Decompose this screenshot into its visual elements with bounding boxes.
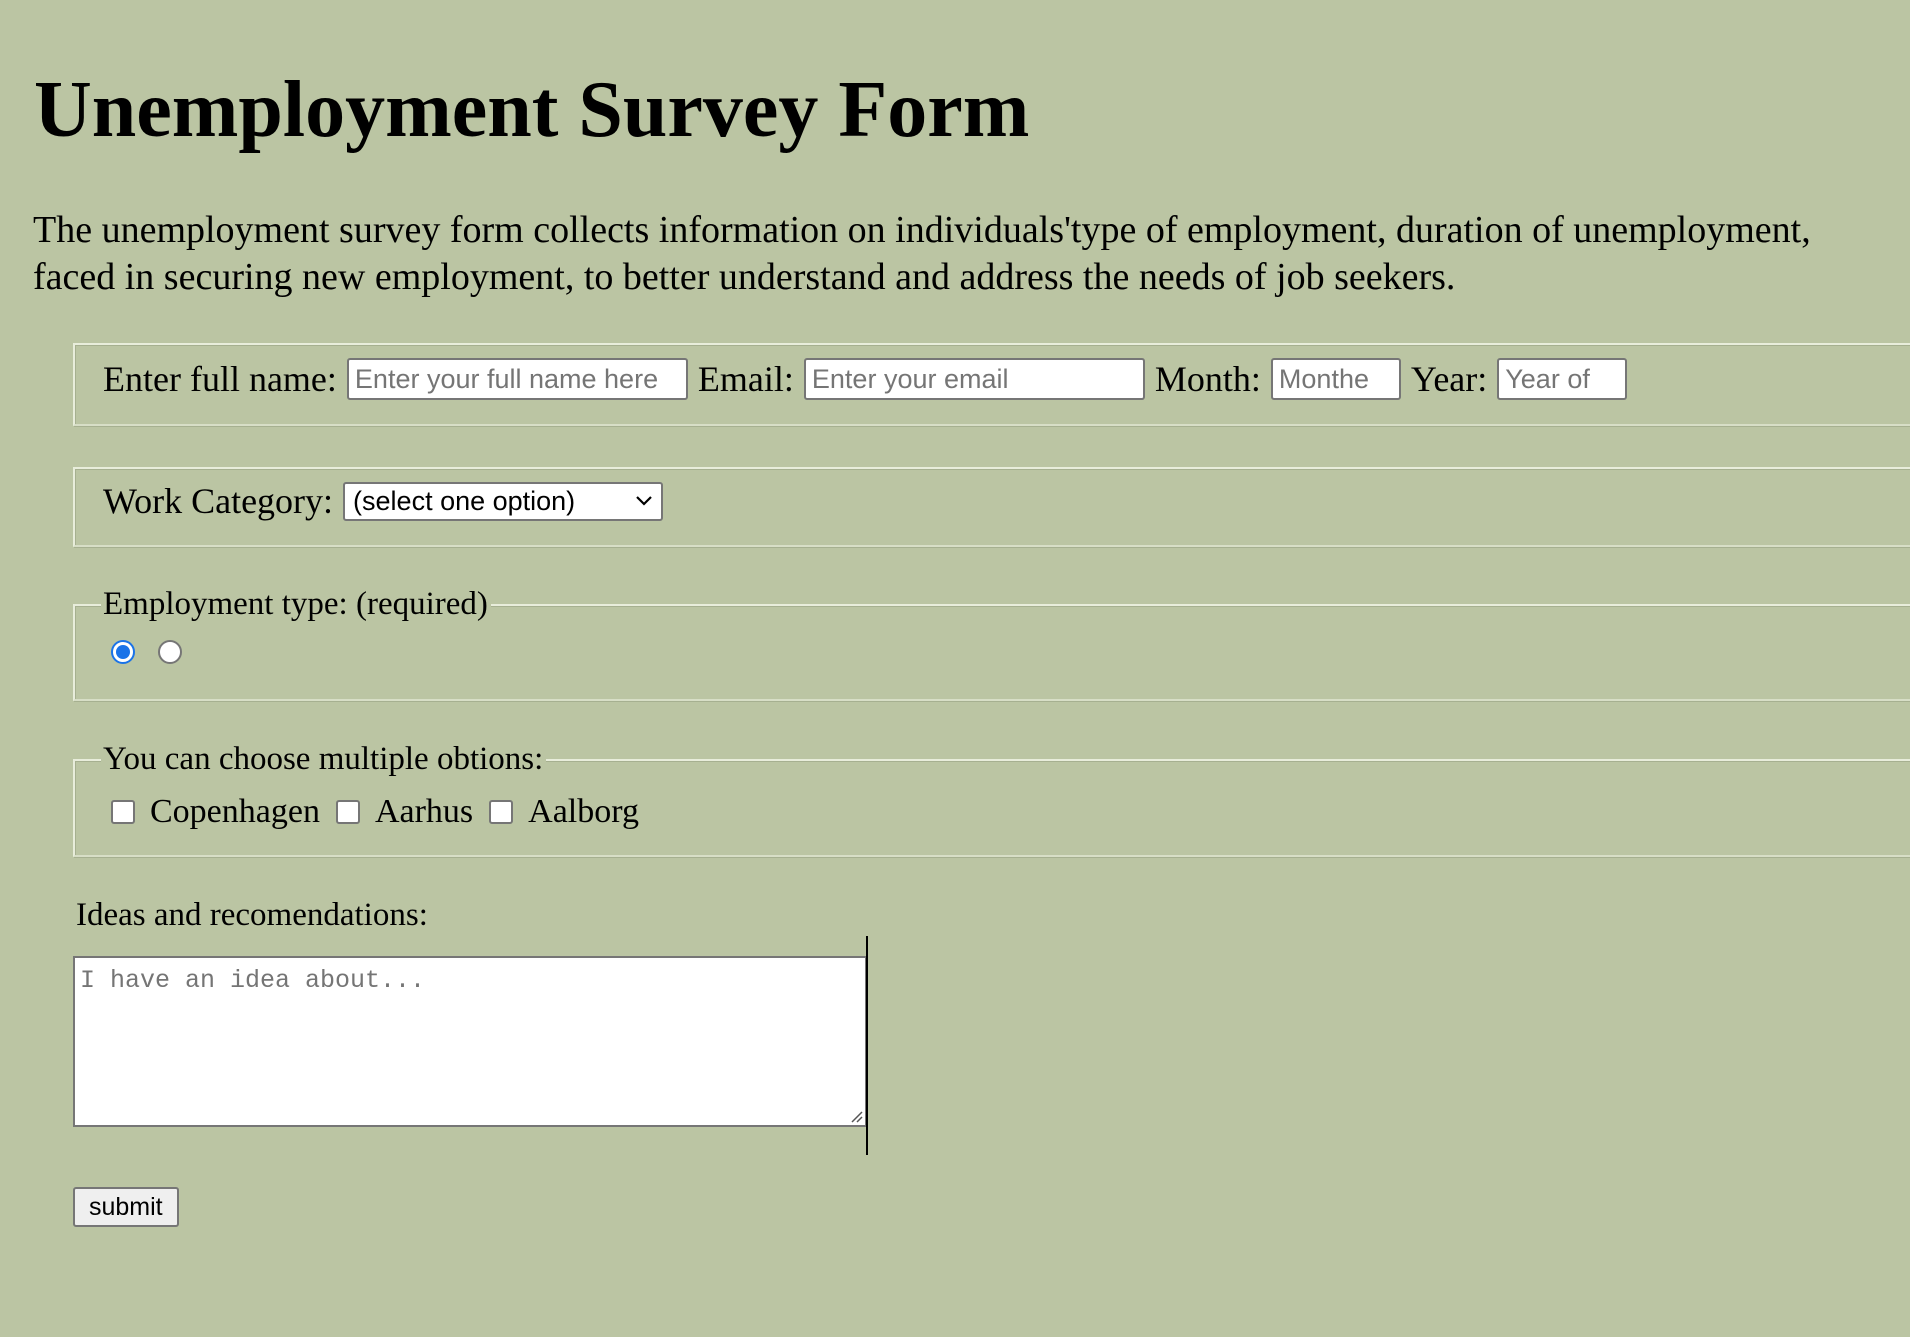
- employment-type-radio-1[interactable]: [111, 640, 135, 664]
- name-label: Enter full name:: [103, 359, 337, 399]
- description-line-1: The unemployment survey form collects in…: [33, 209, 1811, 251]
- ideas-textarea[interactable]: I have an idea about...: [73, 956, 867, 1127]
- work-category-row: Work Category: (select one option): [103, 480, 664, 522]
- email-input[interactable]: Enter your email: [803, 358, 1145, 400]
- cities-legend: You can choose multiple obtions:: [101, 739, 547, 779]
- work-category-select[interactable]: (select one option): [343, 481, 664, 521]
- text-cursor-line: [866, 936, 868, 1155]
- checkbox-aarhus[interactable]: [335, 800, 360, 824]
- cities-fieldset: You can choose multiple obtions: Copenha…: [73, 739, 1910, 857]
- work-category-fieldset: Work Category: (select one option): [73, 467, 1910, 547]
- month-input[interactable]: Monthe: [1270, 358, 1401, 400]
- name-input[interactable]: Enter your full name here: [346, 358, 688, 400]
- cities-options: Copenhagen Aarhus Aalborg: [111, 791, 655, 833]
- employment-type-options: [111, 640, 182, 664]
- ideas-label: Ideas and recomendations:: [76, 897, 428, 933]
- page-description: The unemployment survey form collects in…: [33, 207, 1910, 301]
- label-aarhus: Aarhus: [374, 793, 474, 830]
- checkbox-aalborg[interactable]: [489, 800, 514, 824]
- employment-type-radio-2[interactable]: [158, 640, 182, 664]
- resize-grip-icon[interactable]: [849, 1109, 863, 1123]
- label-aalborg: Aalborg: [528, 793, 639, 830]
- personal-info-fieldset: Enter full name: Enter your full name he…: [73, 343, 1910, 426]
- year-input[interactable]: Year of: [1497, 358, 1628, 400]
- description-line-2: faced in securing new employment, to bet…: [33, 256, 1456, 298]
- year-label: Year:: [1410, 359, 1488, 399]
- checkbox-copenhagen[interactable]: [111, 800, 135, 824]
- email-label: Email:: [697, 359, 794, 399]
- ideas-placeholder: I have an idea about...: [80, 966, 426, 995]
- employment-type-fieldset: Employment type: (required): [73, 584, 1910, 701]
- page-title: Unemployment Survey Form: [34, 66, 1030, 154]
- personal-info-row: Enter full name: Enter your full name he…: [103, 358, 1628, 400]
- work-category-selected: (select one option): [353, 485, 576, 516]
- work-category-label: Work Category:: [103, 481, 334, 521]
- employment-type-legend: Employment type: (required): [101, 584, 491, 624]
- submit-button[interactable]: submit: [73, 1187, 179, 1227]
- label-copenhagen: Copenhagen: [150, 793, 320, 830]
- month-label: Month:: [1154, 359, 1261, 399]
- chevron-down-icon: [636, 496, 652, 506]
